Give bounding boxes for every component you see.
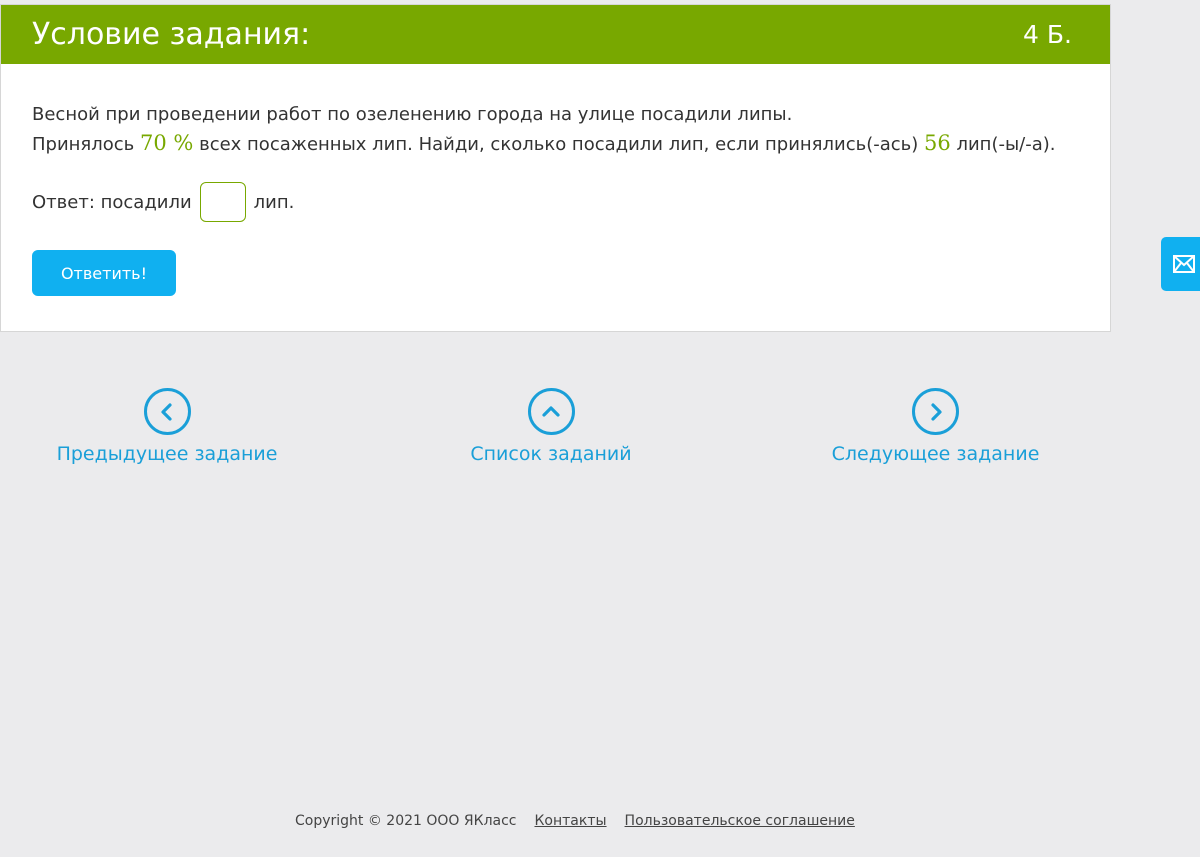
task-line-2-part-2: всех посаженных лип. Найди, сколько поса… <box>193 134 925 155</box>
task-line-2-part-1: Принялось <box>32 134 140 155</box>
agreement-link[interactable]: Пользовательское соглашение <box>625 813 855 829</box>
task-line-2-part-3: лип(-ы/-а). <box>950 134 1056 155</box>
task-card: Условие задания: 4 Б. Весной при проведе… <box>0 4 1111 332</box>
answer-row: Ответ: посадили лип. <box>32 182 1079 222</box>
task-line-2: Принялось 70 % всех посаженных лип. Найд… <box>32 129 1079 159</box>
percent-value: 70 % <box>140 131 194 155</box>
task-title: Условие задания: <box>32 17 311 52</box>
copyright-text: Copyright © 2021 ООО ЯКласс <box>295 813 517 829</box>
next-task-label: Следующее задание <box>831 443 1040 465</box>
task-statement: Весной при проведении работ по озеленени… <box>32 100 1079 159</box>
task-body: Весной при проведении работ по озеленени… <box>1 64 1110 296</box>
task-points: 4 Б. <box>1023 20 1072 49</box>
count-value: 56 <box>924 131 951 155</box>
answer-prefix: Ответ: посадили <box>32 191 192 213</box>
next-task-link[interactable]: Следующее задание <box>832 388 1039 465</box>
feedback-tab[interactable] <box>1161 237 1200 291</box>
task-list-link[interactable]: Список заданий <box>470 388 632 465</box>
answer-suffix: лип. <box>253 191 295 213</box>
prev-task-link[interactable]: Предыдущее задание <box>57 388 277 465</box>
chevron-left-icon <box>143 388 191 435</box>
task-header: Условие задания: 4 Б. <box>1 5 1110 64</box>
prev-task-label: Предыдущее задание <box>56 443 278 465</box>
submit-button[interactable]: Ответить! <box>32 250 176 296</box>
answer-input[interactable] <box>199 182 246 222</box>
chevron-up-icon <box>527 388 575 435</box>
chevron-right-icon <box>912 388 959 435</box>
task-list-label: Список заданий <box>470 443 632 465</box>
envelope-icon <box>1172 255 1195 273</box>
task-line-1: Весной при проведении работ по озеленени… <box>32 104 793 125</box>
contacts-link[interactable]: Контакты <box>534 813 606 829</box>
footer: Copyright © 2021 ООО ЯКласс Контакты Пол… <box>295 813 855 829</box>
